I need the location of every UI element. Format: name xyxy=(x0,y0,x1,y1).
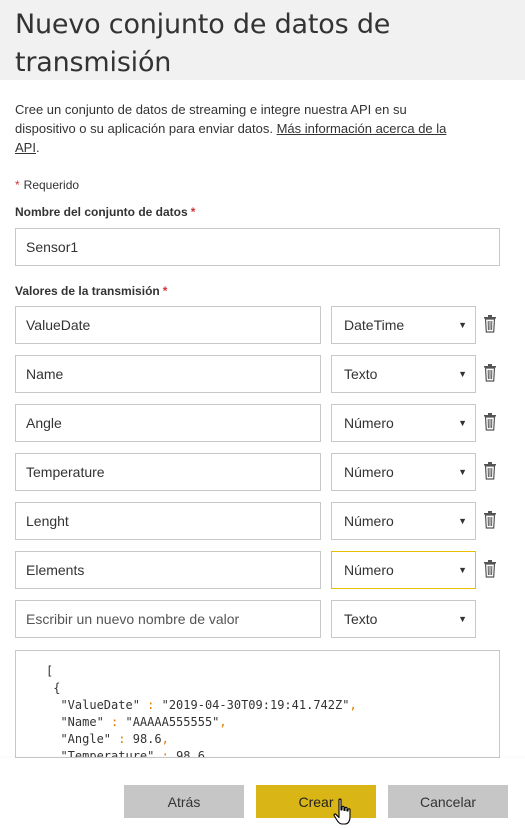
dataset-name-input[interactable]: Sensor1 xyxy=(15,228,500,266)
description-text-2: dispositivo o su aplicación para enviar … xyxy=(15,121,277,136)
dialog-header: Nuevo conjunto de datos de transmisión xyxy=(0,0,525,80)
dialog-title-line2: transmisión xyxy=(15,47,172,78)
stream-values-label: Valores de la transmisión * xyxy=(15,284,168,298)
trash-icon[interactable] xyxy=(483,511,497,529)
hand-cursor-icon xyxy=(333,798,351,825)
value-name-input[interactable]: Temperature xyxy=(15,453,321,491)
description: Cree un conjunto de datos de streaming e… xyxy=(15,102,447,155)
chevron-down-icon: ▼ xyxy=(458,516,467,526)
value-type-select[interactable]: DateTime ▼ xyxy=(331,306,476,344)
chevron-down-icon: ▼ xyxy=(458,320,467,330)
new-value-type-select[interactable]: Texto ▼ xyxy=(331,600,476,638)
required-star: * xyxy=(190,205,196,219)
value-name-input[interactable]: Lenght xyxy=(15,502,321,540)
back-button[interactable]: Atrás xyxy=(124,785,244,818)
chevron-down-icon: ▼ xyxy=(458,565,467,575)
json-preview[interactable]: [ { "ValueDate" : "2019-04-30T09:19:41.7… xyxy=(15,650,500,758)
value-name-input[interactable]: Elements xyxy=(15,551,321,589)
value-type-select[interactable]: Número ▼ xyxy=(331,453,476,491)
dialog-title-line1: Nuevo conjunto de datos de xyxy=(15,9,391,40)
trash-icon[interactable] xyxy=(483,560,497,578)
json-preview-code: [ { "ValueDate" : "2019-04-30T09:19:41.7… xyxy=(46,664,357,758)
create-button[interactable]: Crear xyxy=(256,785,376,818)
trash-icon[interactable] xyxy=(483,364,497,382)
trash-icon[interactable] xyxy=(483,315,497,333)
description-text-1: Cree un conjunto de datos de streaming e… xyxy=(15,102,407,117)
cancel-button[interactable]: Cancelar xyxy=(388,785,508,818)
value-type-select[interactable]: Número ▼ xyxy=(331,404,476,442)
required-star: * xyxy=(162,284,168,298)
required-star: * xyxy=(15,178,20,192)
dataset-name-label: Nombre del conjunto de datos * xyxy=(15,205,196,219)
dialog-title: Nuevo conjunto de datos de transmisión xyxy=(15,6,390,82)
trash-icon[interactable] xyxy=(483,413,497,431)
chevron-down-icon: ▼ xyxy=(458,369,467,379)
trash-icon[interactable] xyxy=(483,462,497,480)
chevron-down-icon: ▼ xyxy=(458,418,467,428)
value-type-select[interactable]: Número ▼ xyxy=(331,551,476,589)
value-name-input[interactable]: ValueDate xyxy=(15,306,321,344)
value-name-input[interactable]: Name xyxy=(15,355,321,393)
new-value-name-input[interactable]: Escribir un nuevo nombre de valor xyxy=(15,600,321,638)
value-type-select[interactable]: Texto ▼ xyxy=(331,355,476,393)
chevron-down-icon: ▼ xyxy=(458,614,467,624)
value-name-input[interactable]: Angle xyxy=(15,404,321,442)
required-note: * Requerido xyxy=(15,178,80,192)
chevron-down-icon: ▼ xyxy=(458,467,467,477)
value-type-select[interactable]: Número ▼ xyxy=(331,502,476,540)
